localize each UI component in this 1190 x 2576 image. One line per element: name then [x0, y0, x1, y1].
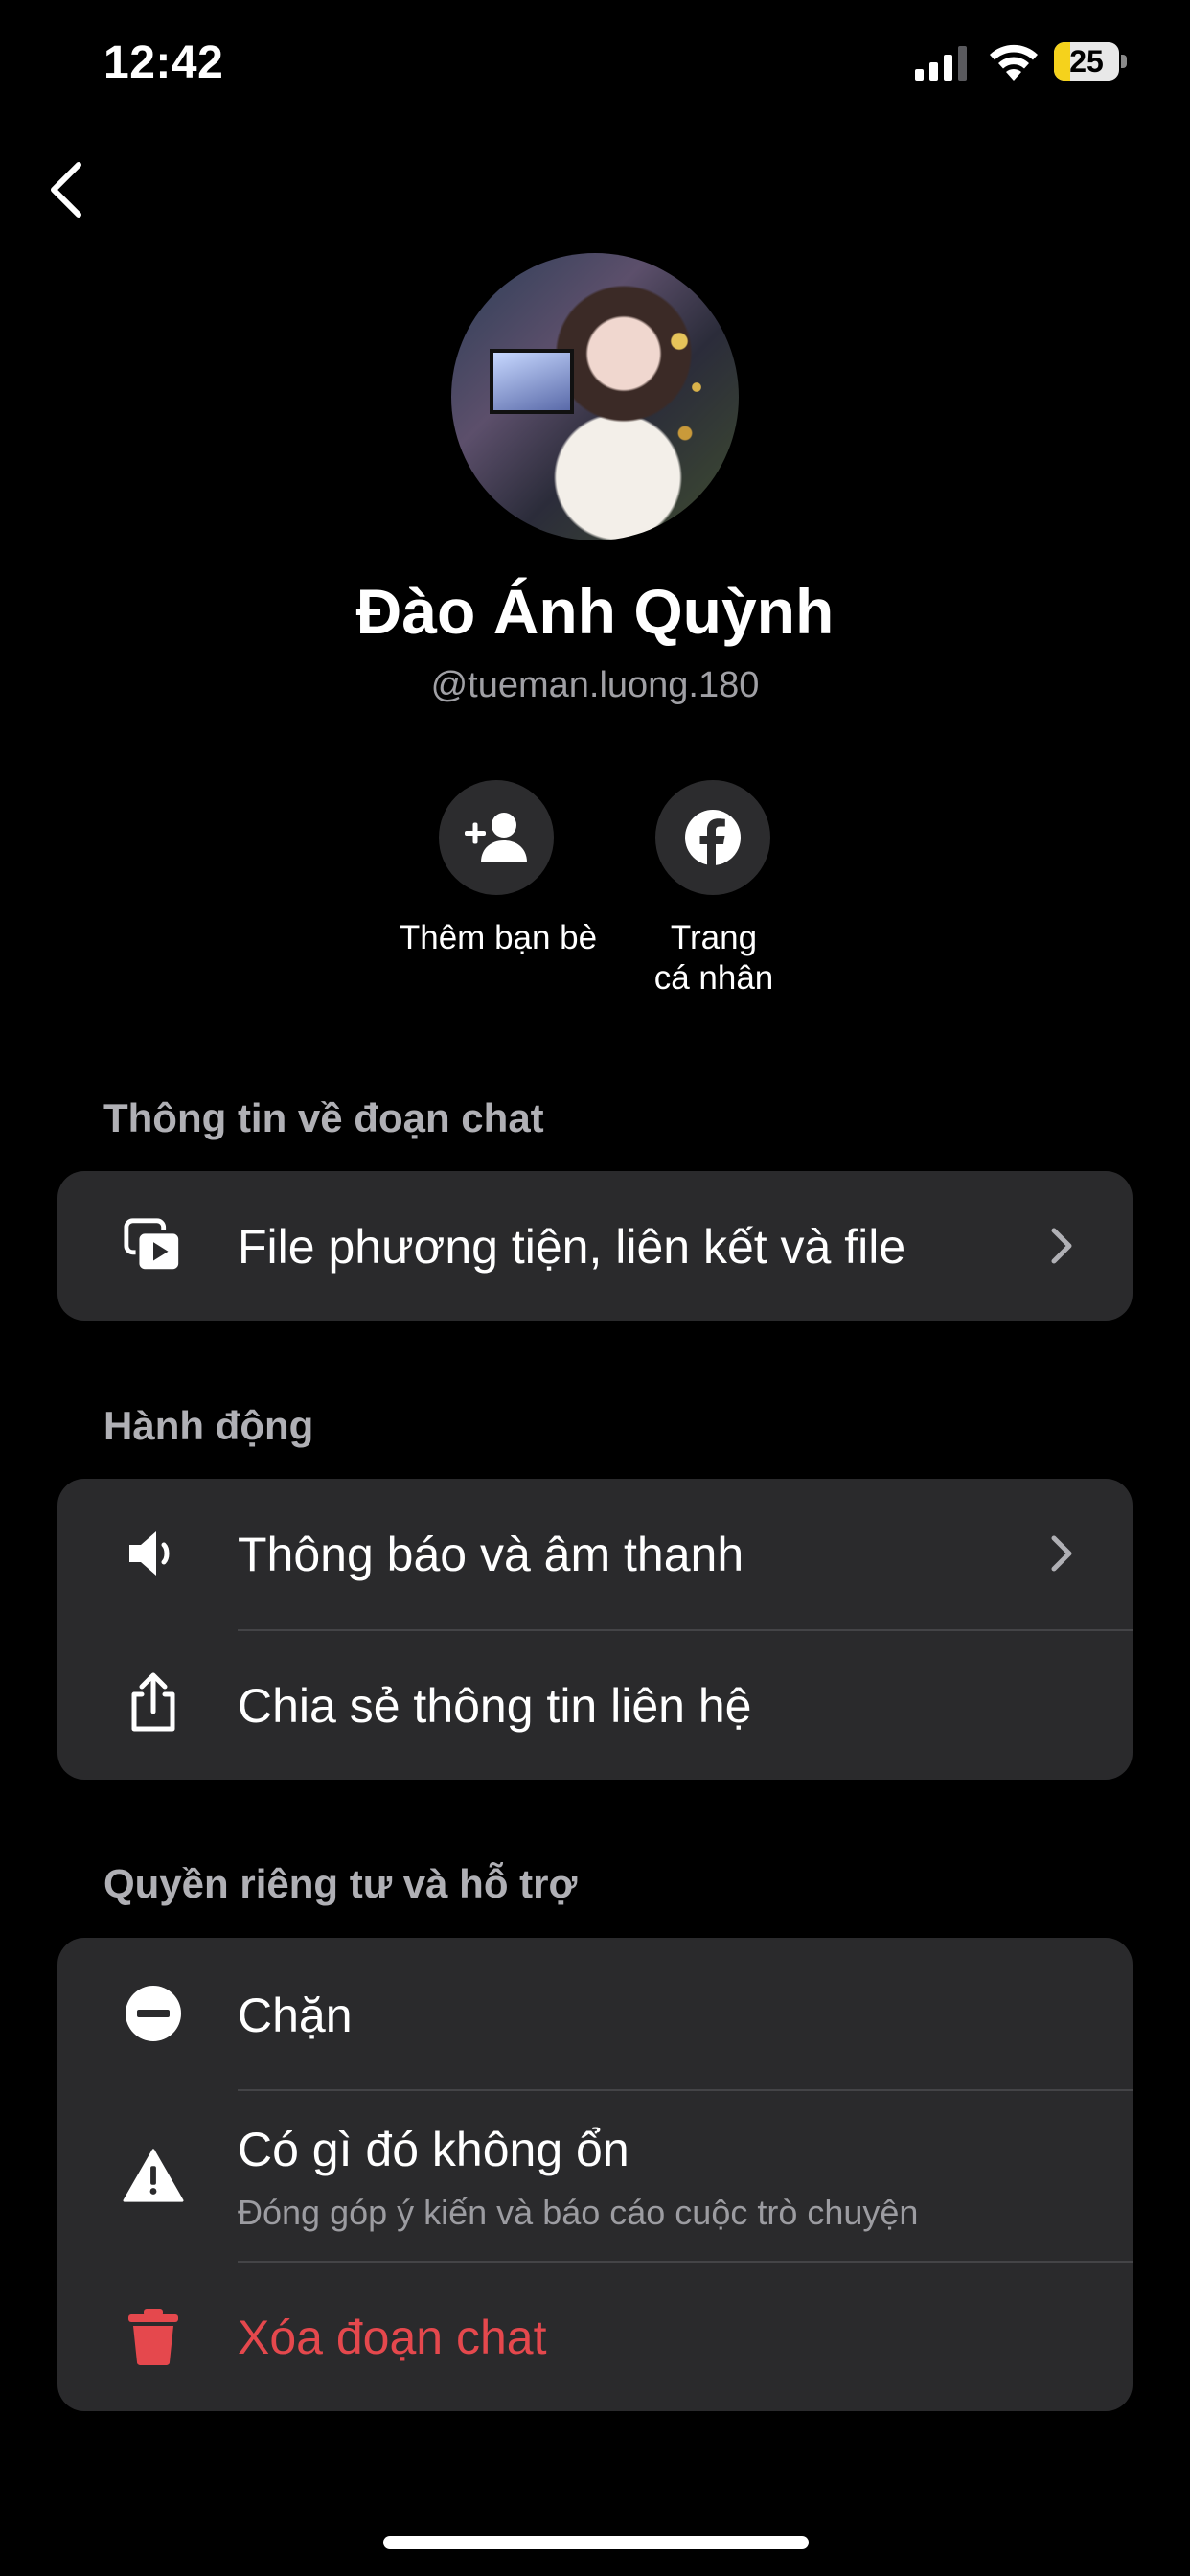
notifications-row[interactable]: Thông báo và âm thanh [57, 1479, 1133, 1629]
share-icon [123, 1672, 184, 1734]
profile-label: Trang cá nhân [613, 918, 814, 999]
battery-indicator: 25 [1054, 42, 1127, 80]
delete-chat-label: Xóa đoạn chat [238, 2311, 547, 2364]
report-row[interactable]: Có gì đó không ổn Đóng góp ý kiến và báo… [57, 2090, 1133, 2261]
chevron-right-icon [1051, 1228, 1072, 1264]
battery-level: 25 [1069, 44, 1104, 79]
media-files-row[interactable]: File phương tiện, liên kết và file [57, 1171, 1133, 1321]
trash-icon [123, 2306, 184, 2367]
profile-label-line2: cá nhân [653, 959, 774, 997]
block-row[interactable]: Chặn [57, 1938, 1133, 2089]
profile-handle: @tueman.luong.180 [430, 665, 760, 705]
section-title-chat-info: Thông tin về đoạn chat [103, 1095, 544, 1140]
chevron-right-icon [1051, 1535, 1072, 1572]
person-add-icon [465, 813, 527, 862]
notifications-label: Thông báo và âm thanh [238, 1528, 744, 1581]
profile-avatar[interactable] [451, 253, 739, 540]
profile-action[interactable]: Trang cá nhân [613, 780, 814, 999]
block-icon [123, 1983, 184, 2044]
home-indicator [383, 2536, 809, 2549]
add-friend-button[interactable] [439, 780, 554, 895]
chat-info-card: File phương tiện, liên kết và file [57, 1171, 1133, 1321]
status-time: 12:42 [103, 37, 224, 88]
report-label: Có gì đó không ổn [238, 2123, 629, 2176]
speaker-icon [123, 1523, 184, 1584]
cellular-signal-icon [915, 46, 967, 80]
view-profile-button[interactable] [655, 780, 770, 895]
media-files-icon [123, 1215, 184, 1276]
profile-label-line1: Trang [670, 919, 758, 956]
actions-card: Thông báo và âm thanh Chia sẻ thông tin … [57, 1479, 1133, 1780]
share-contact-label: Chia sẻ thông tin liên hệ [238, 1679, 752, 1733]
media-files-label: File phương tiện, liên kết và file [238, 1220, 906, 1274]
block-label: Chặn [238, 1989, 353, 2042]
add-friend-action[interactable]: Thêm bạn bè [393, 780, 604, 958]
add-friend-label: Thêm bạn bè [399, 919, 598, 956]
privacy-card: Chặn Có gì đó không ổn Đóng góp ý kiến v… [57, 1938, 1133, 2411]
section-title-privacy: Quyền riêng tư và hỗ trợ [103, 1861, 578, 1906]
wifi-icon [990, 44, 1038, 80]
facebook-icon [685, 810, 741, 865]
profile-name: Đào Ánh Quỳnh [355, 576, 835, 647]
report-sublabel: Đóng góp ý kiến và báo cáo cuộc trò chuy… [238, 2193, 919, 2232]
delete-chat-row[interactable]: Xóa đoạn chat [57, 2262, 1133, 2411]
back-button[interactable] [42, 161, 90, 218]
share-contact-row[interactable]: Chia sẻ thông tin liên hệ [57, 1630, 1133, 1780]
warning-icon [123, 2145, 184, 2206]
section-title-actions: Hành động [103, 1403, 314, 1448]
